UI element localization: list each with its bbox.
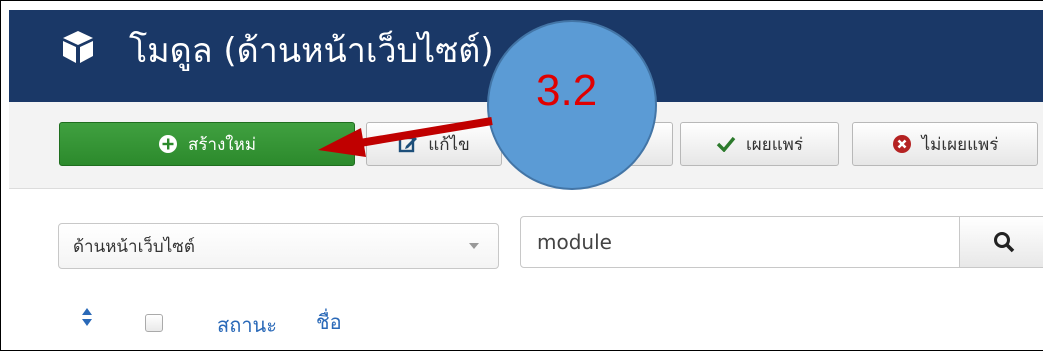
search-button[interactable] — [959, 216, 1043, 268]
screenshot-frame: โมดูล (ด้านหน้าเว็บไซต์) สร้างใหม่ แก้ไข… — [0, 0, 1043, 351]
plus-circle-icon — [158, 134, 178, 154]
column-header-status[interactable]: สถานะ — [217, 309, 277, 341]
edit-icon — [398, 134, 418, 154]
client-select[interactable]: ด้านหน้าเว็บไซต์ — [58, 223, 499, 269]
new-button[interactable]: สร้างใหม่ — [59, 122, 355, 166]
publish-button[interactable]: เผยแพร่ — [680, 122, 839, 166]
unpublish-button[interactable]: ไม่เผยแพร่ — [852, 122, 1038, 166]
client-select-value: ด้านหน้าเว็บไซต์ — [73, 236, 195, 257]
sort-icon[interactable] — [81, 306, 93, 328]
page-title: โมดูล (ด้านหน้าเว็บไซต์) — [129, 31, 494, 71]
unpublish-button-label: ไม่เผยแพร่ — [921, 134, 999, 155]
x-circle-icon — [892, 134, 912, 154]
cube-icon — [63, 31, 93, 63]
copy-button[interactable] — [513, 122, 673, 166]
edit-button-label: แก้ไข — [428, 134, 470, 155]
search-icon — [994, 232, 1015, 253]
new-button-label: สร้างใหม่ — [187, 134, 257, 155]
edit-button[interactable]: แก้ไข — [366, 122, 502, 166]
search-input[interactable]: module — [520, 216, 960, 268]
column-header-name[interactable]: ชื่อ — [316, 306, 342, 338]
publish-button-label: เผยแพร่ — [745, 134, 804, 155]
select-all-checkbox[interactable] — [145, 314, 163, 332]
check-icon — [716, 136, 736, 152]
caret-down-icon — [469, 243, 479, 249]
annotation-step-label: 3.2 — [536, 66, 598, 115]
